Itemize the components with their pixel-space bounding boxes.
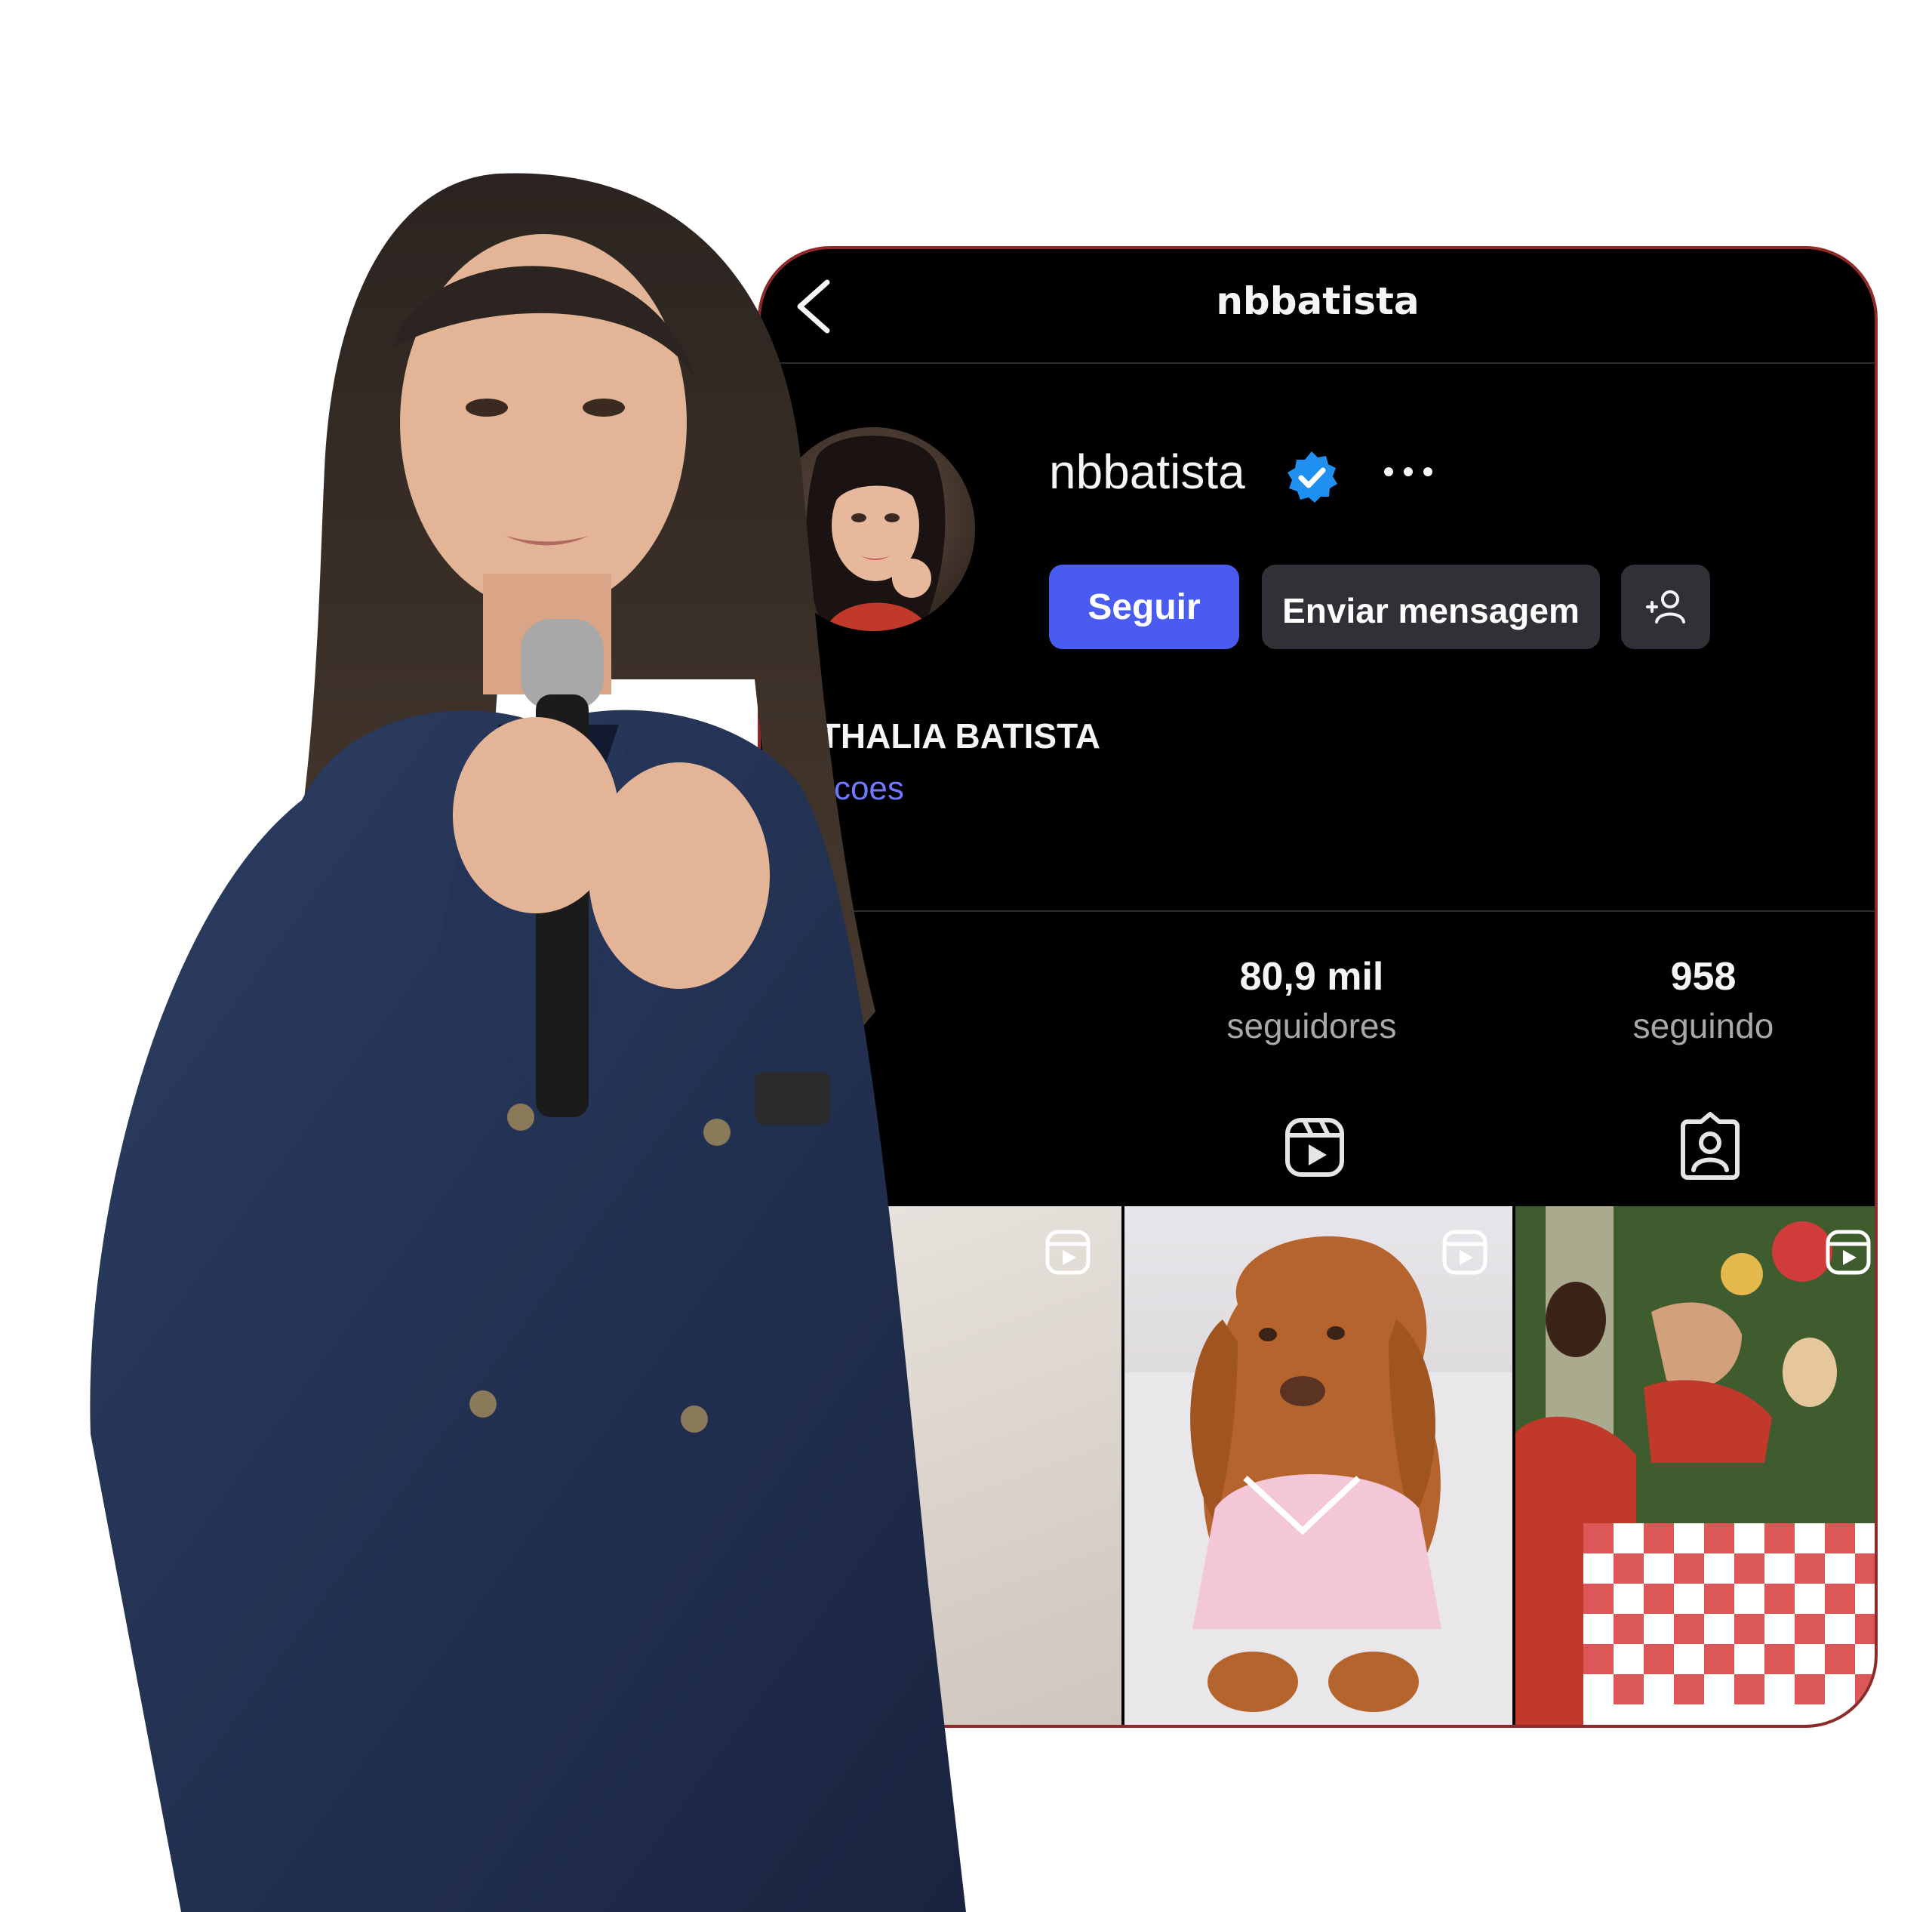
verified-badge-icon — [1287, 451, 1337, 503]
add-user-icon — [1646, 590, 1685, 623]
puppy-photo — [1124, 1236, 1512, 1725]
grid-post-2[interactable] — [1124, 1206, 1512, 1725]
following-stat[interactable]: 958 seguindo — [1567, 954, 1839, 1046]
reel-badge-icon — [1826, 1230, 1871, 1275]
canvas: nbbatista nbbatista Seguir Enviar mensag… — [0, 0, 1932, 1912]
send-message-button[interactable]: Enviar mensagem — [1262, 565, 1600, 649]
reel-badge-icon — [1442, 1230, 1487, 1275]
followers-stat[interactable]: 80,9 mil seguidores — [1176, 954, 1447, 1046]
followers-count: 80,9 mil — [1239, 955, 1384, 999]
add-user-button[interactable] — [1621, 565, 1710, 649]
followers-label: seguidores — [1226, 1006, 1397, 1045]
following-count: 958 — [1670, 955, 1737, 999]
grid-post-3[interactable] — [1515, 1206, 1875, 1725]
following-label: seguindo — [1632, 1006, 1774, 1045]
more-options-icon[interactable] — [1378, 453, 1438, 491]
presenter-photo — [90, 173, 966, 1912]
tab-tagged[interactable] — [1672, 1110, 1748, 1185]
tab-reels[interactable] — [1277, 1110, 1352, 1185]
dinner-party-photo — [1515, 1206, 1875, 1725]
